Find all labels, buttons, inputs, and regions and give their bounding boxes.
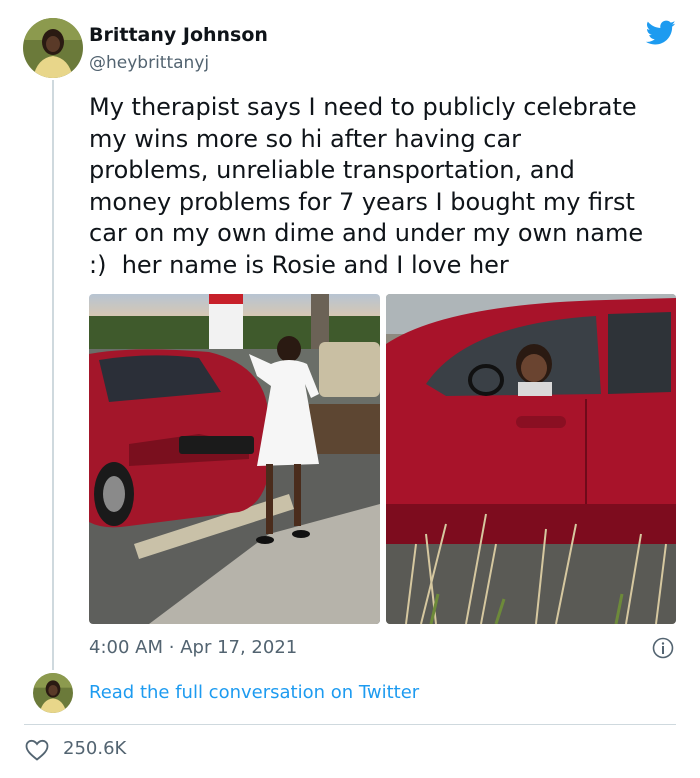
tweet-timestamp[interactable]: 4:00 AM · Apr 17, 2021 (89, 637, 297, 658)
heart-icon[interactable] (25, 739, 49, 761)
author-avatar[interactable] (23, 18, 83, 78)
author-name[interactable]: Brittany Johnson (89, 24, 268, 46)
tweet-photo-1[interactable] (89, 294, 380, 624)
read-conversation-link[interactable]: Read the full conversation on Twitter (89, 682, 419, 703)
tweet-photo-2[interactable] (386, 294, 676, 624)
tweet-text: My therapist says I need to publicly cel… (89, 93, 644, 279)
tweet-time: 4:00 AM (89, 637, 163, 658)
timestamp-separator: · (168, 637, 175, 658)
like-count: 250.6K (63, 738, 127, 759)
author-handle[interactable]: @heybrittanyj (89, 53, 209, 73)
tweet-date: Apr 17, 2021 (180, 637, 298, 658)
divider (24, 724, 676, 725)
thread-line (52, 80, 54, 670)
twitter-bird-icon[interactable] (645, 20, 676, 46)
reply-avatar[interactable] (33, 673, 73, 713)
info-icon[interactable] (652, 637, 674, 659)
